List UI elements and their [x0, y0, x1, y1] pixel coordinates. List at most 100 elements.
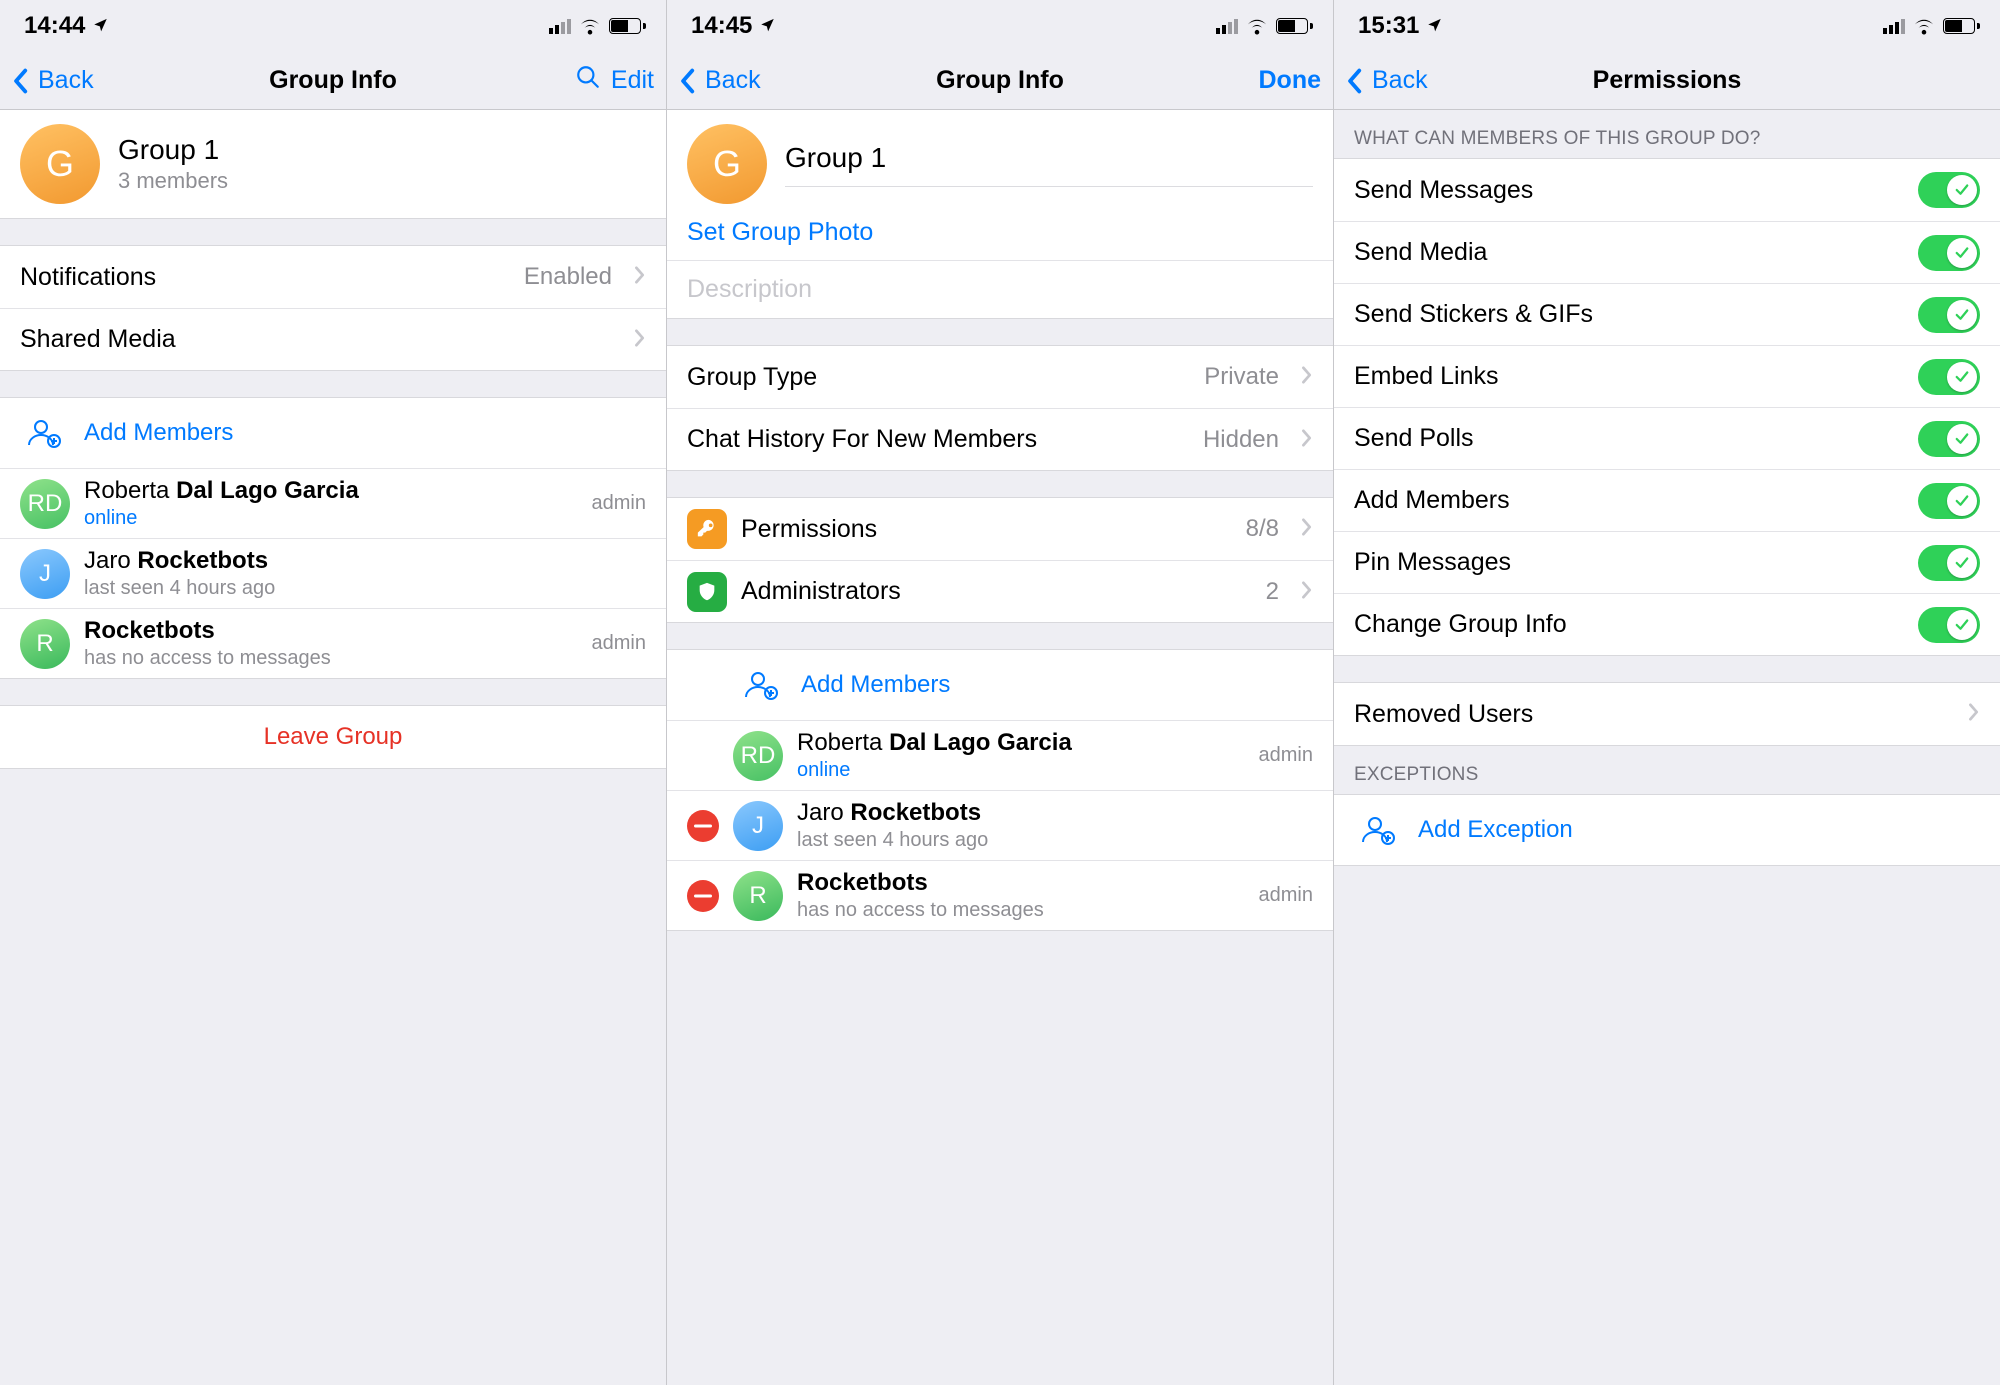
group-type-label: Group Type	[687, 363, 1190, 392]
member-role: admin	[1259, 884, 1313, 907]
wifi-icon	[579, 18, 601, 34]
notifications-row[interactable]: Notifications Enabled	[0, 246, 666, 308]
administrators-label: Administrators	[741, 577, 1252, 606]
set-photo-row[interactable]: Set Group Photo	[667, 204, 1333, 260]
description-row[interactable]: Description	[667, 260, 1333, 318]
member-row[interactable]: J Jaro Rocketbots last seen 4 hours ago	[667, 790, 1333, 860]
toggle-switch[interactable]	[1918, 235, 1980, 271]
member-name: Jaro Rocketbots	[84, 547, 632, 575]
chat-history-row[interactable]: Chat History For New Members Hidden	[667, 408, 1333, 470]
member-row[interactable]: RD Roberta Dal Lago Garcia online admin	[667, 720, 1333, 790]
group-type-value: Private	[1204, 363, 1279, 391]
group-header: G Group 1 3 members	[0, 110, 666, 218]
search-button[interactable]	[575, 64, 601, 97]
chat-history-value: Hidden	[1203, 426, 1279, 454]
toggle-switch[interactable]	[1918, 297, 1980, 333]
chevron-right-icon	[634, 264, 646, 290]
screen-group-info-edit: 14:45 Back Group Info Done	[666, 0, 1333, 1385]
permissions-row[interactable]: Permissions 8/8	[667, 498, 1333, 560]
group-avatar[interactable]: G	[20, 124, 100, 204]
member-name: Jaro Rocketbots	[797, 799, 1299, 827]
add-members-label: Add Members	[801, 671, 1313, 699]
member-row[interactable]: J Jaro Rocketbots last seen 4 hours ago	[0, 538, 666, 608]
add-exception-row[interactable]: Add Exception	[1334, 795, 2000, 865]
add-members-row[interactable]: Add Members	[667, 650, 1333, 720]
description-placeholder: Description	[687, 275, 1313, 304]
permissions-value: 8/8	[1246, 515, 1279, 543]
administrators-value: 2	[1266, 578, 1279, 606]
member-name: Roberta Dal Lago Garcia	[84, 477, 578, 505]
nav-bar: Back Group Info Done	[667, 52, 1333, 110]
member-status: online	[84, 507, 578, 530]
toggle-switch[interactable]	[1918, 545, 1980, 581]
toggle-switch[interactable]	[1918, 172, 1980, 208]
permission-row: Send Stickers & GIFs	[1334, 283, 2000, 345]
permission-row: Send Messages	[1334, 159, 2000, 221]
member-status: has no access to messages	[797, 899, 1245, 922]
permission-row: Embed Links	[1334, 345, 2000, 407]
shared-media-row[interactable]: Shared Media	[0, 308, 666, 370]
chevron-right-icon	[1301, 364, 1313, 390]
permission-row: Pin Messages	[1334, 531, 2000, 593]
page-title: Group Info	[799, 66, 1201, 95]
back-button[interactable]: Back	[679, 66, 799, 95]
chevron-right-icon	[1301, 579, 1313, 605]
add-members-row[interactable]: Add Members	[0, 398, 666, 468]
signal-icon	[1216, 18, 1238, 34]
toggle-switch[interactable]	[1918, 483, 1980, 519]
delete-icon[interactable]	[687, 810, 719, 842]
member-role: admin	[592, 492, 646, 515]
edit-button[interactable]: Edit	[611, 66, 654, 95]
group-type-row[interactable]: Group Type Private	[667, 346, 1333, 408]
member-avatar: R	[733, 871, 783, 921]
removed-users-row[interactable]: Removed Users	[1334, 683, 2000, 745]
member-row[interactable]: R Rocketbots has no access to messages a…	[0, 608, 666, 678]
add-user-icon	[1354, 805, 1404, 855]
toggle-switch[interactable]	[1918, 421, 1980, 457]
toggle-switch[interactable]	[1918, 359, 1980, 395]
location-icon	[93, 16, 108, 37]
page-title: Permissions	[1466, 66, 1868, 95]
done-button[interactable]: Done	[1259, 66, 1322, 95]
wifi-icon	[1246, 18, 1268, 34]
battery-icon	[1276, 18, 1313, 34]
member-avatar: RD	[20, 479, 70, 529]
permission-label: Send Stickers & GIFs	[1354, 300, 1904, 329]
notifications-value: Enabled	[524, 263, 612, 291]
member-row[interactable]: R Rocketbots has no access to messages a…	[667, 860, 1333, 930]
delete-icon[interactable]	[687, 880, 719, 912]
permission-row: Send Media	[1334, 221, 2000, 283]
member-status: last seen 4 hours ago	[797, 829, 1299, 852]
removed-users-label: Removed Users	[1354, 700, 1946, 729]
signal-icon	[1883, 18, 1905, 34]
toggle-switch[interactable]	[1918, 607, 1980, 643]
permissions-label: Permissions	[741, 515, 1232, 544]
add-user-icon	[737, 660, 787, 710]
member-avatar: R	[20, 619, 70, 669]
battery-icon	[1943, 18, 1980, 34]
status-bar: 15:31	[1334, 0, 2000, 52]
member-row[interactable]: RD Roberta Dal Lago Garcia online admin	[0, 468, 666, 538]
wifi-icon	[1913, 18, 1935, 34]
clock: 14:44	[24, 12, 85, 40]
signal-icon	[549, 18, 571, 34]
leave-group-label: Leave Group	[264, 723, 403, 751]
back-button[interactable]: Back	[1346, 66, 1466, 95]
status-bar: 14:45	[667, 0, 1333, 52]
back-button[interactable]: Back	[12, 66, 132, 95]
permission-label: Send Polls	[1354, 424, 1904, 453]
key-icon	[687, 509, 727, 549]
screen-permissions: 15:31 Back Permissions What can members	[1333, 0, 2000, 1385]
clock: 14:45	[691, 12, 752, 40]
administrators-row[interactable]: Administrators 2	[667, 560, 1333, 622]
permission-row: Change Group Info	[1334, 593, 2000, 655]
group-avatar[interactable]: G	[687, 124, 767, 204]
leave-group-button[interactable]: Leave Group	[0, 706, 666, 768]
add-user-icon	[20, 408, 70, 458]
battery-icon	[609, 18, 646, 34]
permission-label: Add Members	[1354, 486, 1904, 515]
group-name-input[interactable]: Group 1	[785, 142, 1313, 187]
page-title: Group Info	[132, 66, 534, 95]
add-exception-label: Add Exception	[1418, 816, 1980, 844]
nav-bar: Back Permissions	[1334, 52, 2000, 110]
